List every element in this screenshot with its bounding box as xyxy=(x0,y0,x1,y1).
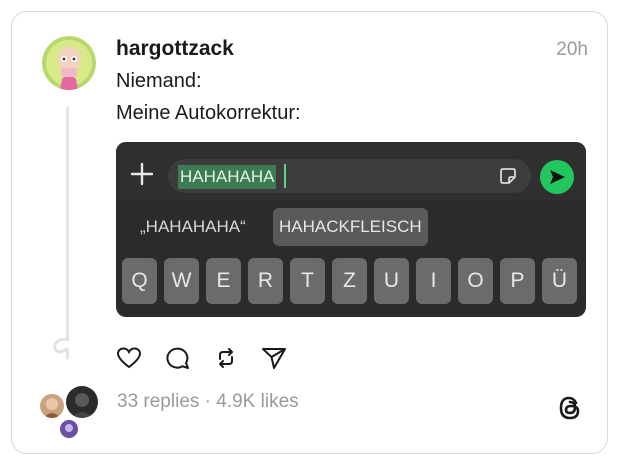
replier-avatar-3 xyxy=(58,418,80,440)
sticker-icon xyxy=(500,168,516,184)
send-button xyxy=(540,160,574,194)
send-arrow-icon xyxy=(550,170,565,184)
threads-logo-icon[interactable] xyxy=(556,394,584,422)
post-image[interactable]: HAHAHAHA „HAHAHAHA“ HAHACKFLEISCH Q W E … xyxy=(116,142,586,317)
key-p: P xyxy=(500,258,535,304)
send-icon[interactable] xyxy=(261,346,287,370)
key-i: I xyxy=(416,258,451,304)
key-r: R xyxy=(248,258,283,304)
replier-avatar-1 xyxy=(38,392,66,420)
key-o: O xyxy=(458,258,493,304)
author-avatar[interactable] xyxy=(42,36,96,90)
thread-loop-icon xyxy=(53,338,70,360)
key-e: E xyxy=(206,258,241,304)
repost-icon[interactable] xyxy=(214,346,238,370)
post-timestamp: 20h xyxy=(556,39,588,60)
key-u: U xyxy=(374,258,409,304)
suggestion-2: HAHACKFLEISCH xyxy=(273,208,428,246)
comment-icon[interactable] xyxy=(165,346,191,370)
author-username[interactable]: hargottzack xyxy=(116,37,234,61)
selected-input-text: HAHAHAHA xyxy=(178,165,277,189)
key-q: Q xyxy=(122,258,157,304)
key-ue: Ü xyxy=(542,258,577,304)
thread-line xyxy=(66,106,69,340)
message-input: HAHAHAHA xyxy=(168,159,531,193)
heart-icon[interactable] xyxy=(116,346,142,370)
replier-avatar-2 xyxy=(64,384,100,420)
text-cursor xyxy=(284,164,286,188)
suggestion-1: „HAHAHAHA“ xyxy=(140,217,246,236)
key-z: Z xyxy=(332,258,367,304)
post-text-line-2: Meine Autokorrektur: xyxy=(116,102,301,124)
plus-icon xyxy=(130,162,154,186)
key-w: W xyxy=(164,258,199,304)
post-text-line-1: Niemand: xyxy=(116,70,202,92)
post-stats[interactable]: 33 replies · 4.9K likes xyxy=(117,391,299,413)
key-t: T xyxy=(290,258,325,304)
